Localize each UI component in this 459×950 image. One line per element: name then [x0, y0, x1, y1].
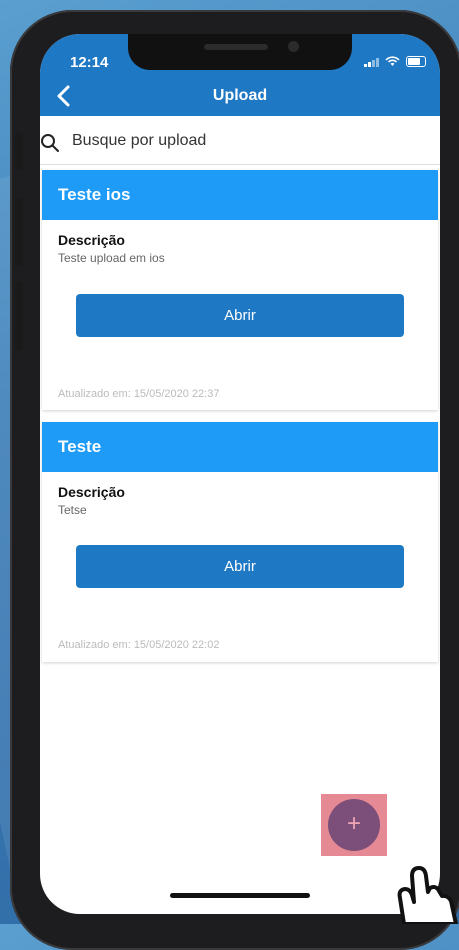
upload-card: Teste Descrição Tetse Abrir Atualizado e…	[42, 422, 438, 662]
description-text: Tetse	[58, 503, 87, 517]
notch	[128, 34, 352, 70]
battery-icon	[406, 56, 426, 67]
description-label: Descrição	[58, 484, 125, 500]
updated-timestamp: Atualizado em: 15/05/2020 22:37	[58, 388, 220, 400]
description-label: Descrição	[58, 232, 125, 248]
front-camera	[288, 41, 299, 52]
volume-down-button	[15, 282, 23, 350]
mute-switch	[15, 132, 23, 170]
status-icons	[364, 56, 426, 67]
signal-icon	[364, 57, 379, 67]
wifi-icon	[385, 56, 400, 66]
hand-pointer-icon	[397, 866, 458, 924]
card-title: Teste ios	[42, 170, 438, 220]
open-button[interactable]: Abrir	[76, 545, 404, 588]
updated-timestamp: Atualizado em: 15/05/2020 22:02	[58, 639, 220, 651]
home-indicator	[170, 893, 310, 898]
speaker	[204, 44, 268, 50]
add-upload-button[interactable]: +	[328, 799, 380, 851]
nav-bar: Upload	[40, 78, 440, 116]
upload-card: Teste ios Descrição Teste upload em ios …	[42, 170, 438, 410]
volume-up-button	[15, 198, 23, 266]
status-bar: 12:14	[40, 34, 440, 78]
status-time: 12:14	[70, 54, 109, 71]
page-title: Upload	[212, 87, 268, 104]
description-text: Teste upload em ios	[58, 251, 165, 265]
phone-screen: 12:14 Upload Test	[40, 34, 440, 914]
open-button[interactable]: Abrir	[76, 294, 404, 337]
search-input[interactable]	[72, 132, 392, 150]
search-icon	[41, 134, 59, 152]
card-title: Teste	[42, 422, 438, 472]
search-bar	[40, 118, 440, 165]
